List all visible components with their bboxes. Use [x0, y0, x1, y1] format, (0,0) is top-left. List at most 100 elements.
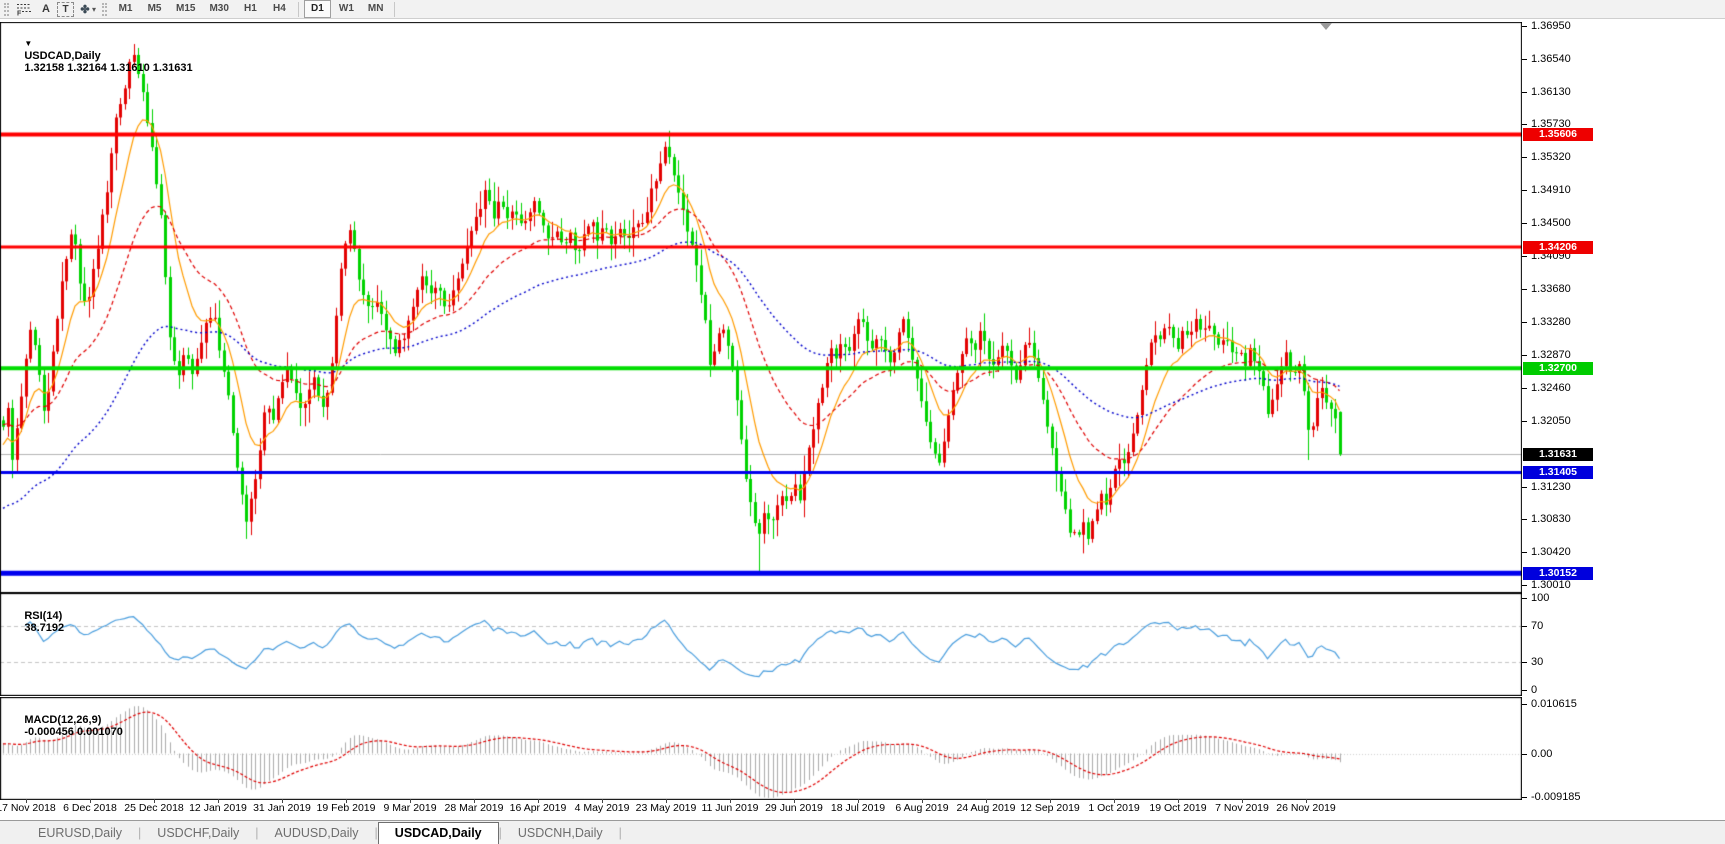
date-axis-tickmark	[794, 799, 795, 803]
collapse-arrow-icon[interactable]: ▼	[24, 39, 32, 48]
date-axis-tickmark	[1178, 799, 1179, 803]
chart-shift-marker[interactable]	[1320, 23, 1332, 30]
rsi-axis-tickmark	[1522, 626, 1527, 627]
date-axis-label: 26 Nov 2019	[1276, 802, 1336, 814]
toolbar-grip	[4, 3, 9, 16]
macd-label: MACD(12,26,9) -0.000456 0.001070	[6, 702, 123, 750]
date-axis-label: 12 Jan 2019	[189, 802, 247, 814]
price-axis-tickmark	[1522, 157, 1527, 158]
date-axis-tickmark	[1242, 799, 1243, 803]
timeframe-button-d1[interactable]: D1	[304, 0, 331, 18]
date-axis-label: 23 May 2019	[636, 802, 697, 814]
price-axis-tickmark	[1522, 355, 1527, 356]
date-axis-tickmark	[1050, 799, 1051, 803]
price-axis-tickmark	[1522, 59, 1527, 60]
timeframe-button-h1[interactable]: H1	[237, 0, 264, 18]
date-axis-tickmark	[1114, 799, 1115, 803]
date-axis-label: 24 Aug 2019	[957, 802, 1016, 814]
rsi-indicator-canvas[interactable]	[0, 593, 1522, 696]
chart-tab-bar: EURUSD,Daily|USDCHF,Daily|AUDUSD,Daily|U…	[0, 820, 1725, 844]
date-axis-label: 31 Jan 2019	[253, 802, 311, 814]
price-level-badge: 1.35606	[1523, 128, 1593, 141]
date-axis-label: 6 Dec 2018	[63, 802, 117, 814]
date-axis-tickmark	[602, 799, 603, 803]
date-axis-label: 6 Aug 2019	[895, 802, 948, 814]
chart-tab-usdcnh[interactable]: USDCNH,Daily	[502, 823, 619, 844]
price-axis-tick-label: 1.33280	[1531, 316, 1571, 328]
price-axis-tick-label: 1.34910	[1531, 184, 1571, 196]
timeframe-toolbar: M1M5M15M30H1H4 D1W1MN	[111, 0, 390, 18]
date-axis-tickmark	[90, 799, 91, 803]
date-axis-label: 18 Jul 2019	[831, 802, 885, 814]
price-axis-tick-label: 1.36540	[1531, 53, 1571, 65]
date-axis-tickmark	[26, 799, 27, 803]
price-axis-tick-label: 1.30830	[1531, 513, 1571, 525]
rsi-axis-tick-label: 100	[1531, 592, 1549, 604]
fibonacci-retracement-icon[interactable]: F	[13, 1, 35, 18]
date-axis-tickmark	[154, 799, 155, 803]
price-axis-tick-label: 1.35320	[1531, 151, 1571, 163]
macd-current-values: -0.000456 0.001070	[24, 726, 122, 738]
rsi-indicator-name: RSI(14)	[24, 610, 62, 622]
price-axis-tickmark	[1522, 388, 1527, 389]
timeframe-button-m1[interactable]: M1	[112, 0, 139, 18]
macd-axis-tickmark	[1522, 704, 1527, 705]
date-axis-label: 11 Jun 2019	[701, 802, 758, 814]
timeframe-button-m5[interactable]: M5	[141, 0, 168, 18]
text-label-icon[interactable]: T	[57, 2, 74, 17]
arrows-dropdown-caret-icon[interactable]: ▾	[92, 5, 96, 14]
date-axis-tickmark	[666, 799, 667, 803]
price-axis-tick-label: 1.32870	[1531, 349, 1571, 361]
date-axis-tickmark	[346, 799, 347, 803]
date-axis-tickmark	[282, 799, 283, 803]
price-axis-tickmark	[1522, 421, 1527, 422]
date-axis-tickmark	[474, 799, 475, 803]
rsi-axis-tickmark	[1522, 662, 1527, 663]
text-icon[interactable]: A	[35, 1, 57, 18]
chart-tab-usdcad[interactable]: USDCAD,Daily	[378, 822, 499, 844]
price-axis-tickmark	[1522, 585, 1527, 586]
timeframe-button-m15[interactable]: M15	[170, 0, 201, 18]
price-axis-tick-label: 1.32460	[1531, 382, 1571, 394]
timeframe-button-m30[interactable]: M30	[203, 0, 234, 18]
date-axis-label: 17 Nov 2018	[0, 802, 56, 814]
price-axis-tickmark	[1522, 322, 1527, 323]
price-axis-tickmark	[1522, 124, 1527, 125]
date-axis-label: 12 Sep 2019	[1020, 802, 1080, 814]
toolbar-grip	[102, 3, 107, 16]
macd-indicator-canvas[interactable]	[0, 697, 1522, 800]
svg-text:F: F	[17, 11, 22, 17]
price-axis-tick-label: 1.31230	[1531, 481, 1571, 493]
price-level-badge: 1.31631	[1523, 448, 1593, 461]
macd-axis-tick-label: 0.00	[1531, 748, 1552, 760]
timeframe-button-h4[interactable]: H4	[266, 0, 293, 18]
date-axis-tickmark	[730, 799, 731, 803]
toolbar: F A T ✤ ▾ M1M5M15M30H1H4D1W1MN	[0, 0, 1725, 19]
timeframe-button-w1[interactable]: W1	[333, 0, 360, 18]
date-axis-label: 7 Nov 2019	[1215, 802, 1269, 814]
date-axis-label: 19 Oct 2019	[1149, 802, 1206, 814]
timeframe-button-mn[interactable]: MN	[362, 0, 390, 18]
date-axis-tickmark	[986, 799, 987, 803]
date-axis-tickmark	[538, 799, 539, 803]
date-axis-tickmark	[410, 799, 411, 803]
price-axis-tick-label: 1.36950	[1531, 20, 1571, 32]
price-axis-tickmark	[1522, 92, 1527, 93]
chart-tab-audusd[interactable]: AUDUSD,Daily	[259, 823, 375, 844]
price-axis-tick-label: 1.33680	[1531, 283, 1571, 295]
toolbar-separator	[394, 2, 395, 17]
price-axis-tickmark	[1522, 256, 1527, 257]
price-level-badge: 1.31405	[1523, 466, 1593, 479]
price-chart-canvas[interactable]	[0, 22, 1522, 593]
price-axis-tick-label: 1.36130	[1531, 86, 1571, 98]
date-axis-label: 28 Mar 2019	[445, 802, 504, 814]
price-axis-tickmark	[1522, 552, 1527, 553]
rsi-axis-tickmark	[1522, 690, 1527, 691]
date-axis-tickmark	[218, 799, 219, 803]
price-axis-tickmark	[1522, 289, 1527, 290]
date-axis-tickmark	[922, 799, 923, 803]
chart-tab-usdchf[interactable]: USDCHF,Daily	[141, 823, 255, 844]
price-axis-tick-label: 1.30420	[1531, 546, 1571, 558]
chart-tab-eurusd[interactable]: EURUSD,Daily	[22, 823, 138, 844]
price-level-badge: 1.34206	[1523, 241, 1593, 254]
